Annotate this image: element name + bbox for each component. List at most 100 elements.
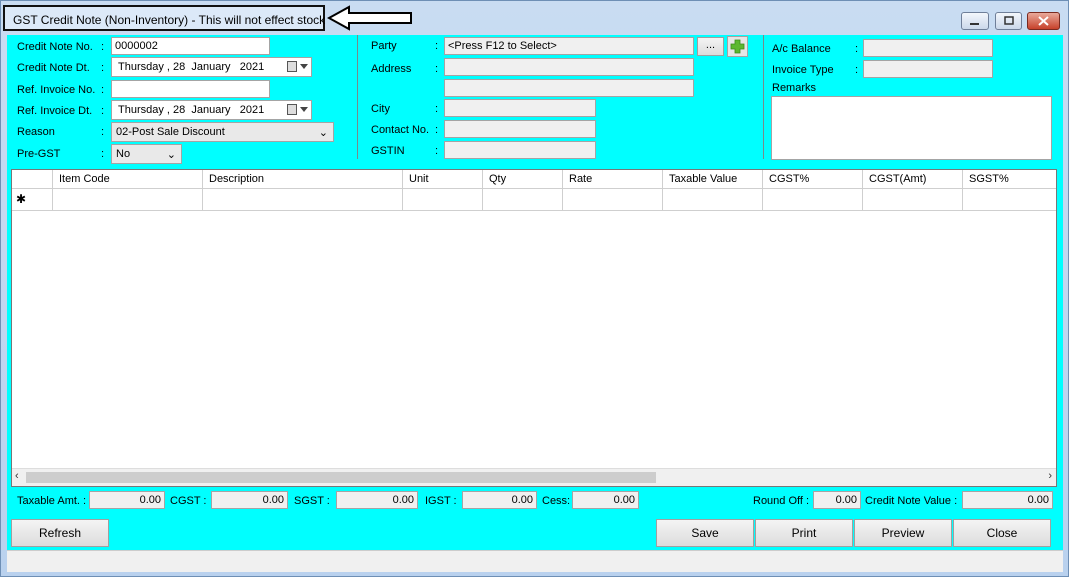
colon: :	[435, 124, 439, 136]
colon: :	[855, 64, 859, 76]
scroll-right-icon[interactable]: ›	[1048, 470, 1052, 482]
print-button[interactable]: Print	[755, 519, 853, 547]
ref-invoice-date-picker[interactable]: Thursday , 28 January 2021	[111, 100, 312, 120]
colon: :	[435, 63, 439, 75]
round-off-label: Round Off :	[753, 495, 810, 507]
add-party-button[interactable]	[727, 36, 748, 57]
address-line1-field[interactable]	[444, 58, 694, 76]
column-header-unit[interactable]: Unit	[403, 170, 483, 189]
reason-label: Reason	[17, 126, 55, 138]
calendar-icon[interactable]	[287, 61, 297, 72]
calendar-icon[interactable]	[287, 104, 297, 115]
column-header-description[interactable]: Description	[203, 170, 403, 189]
rate-cell[interactable]	[563, 189, 663, 211]
credit-note-value-label: Credit Note Value :	[865, 495, 958, 507]
items-grid: Item Code Description Unit Qty Rate Taxa…	[11, 169, 1057, 487]
cess-field[interactable]: 0.00	[572, 491, 639, 509]
window-title: GST Credit Note (Non-Inventory) - This w…	[13, 13, 326, 27]
ref-invoice-no-field[interactable]	[111, 80, 270, 98]
contact-no-field[interactable]	[444, 120, 596, 138]
column-header-rate[interactable]: Rate	[563, 170, 663, 189]
credit-note-date-picker[interactable]: Thursday , 28 January 2021	[111, 57, 312, 77]
round-off-field[interactable]: 0.00	[813, 491, 861, 509]
reason-select[interactable]: 02-Post Sale Discount ⌄	[111, 122, 334, 142]
cgst-amt-cell[interactable]	[863, 189, 963, 211]
invoice-type-field[interactable]	[863, 60, 993, 78]
horizontal-scrollbar[interactable]: ‹ ›	[12, 468, 1056, 486]
chevron-down-icon: ⌄	[166, 149, 176, 161]
credit-note-year: 2021	[239, 61, 265, 73]
taxable-value-cell[interactable]	[663, 189, 763, 211]
credit-note-window: GST Credit Note (Non-Inventory) - This w…	[0, 0, 1069, 577]
chevron-down-icon[interactable]	[300, 107, 308, 112]
city-field[interactable]	[444, 99, 596, 117]
address-line2-field[interactable]	[444, 79, 694, 97]
colon: :	[101, 84, 105, 96]
cgst-percent-cell[interactable]	[763, 189, 863, 211]
chevron-down-icon: ⌄	[318, 127, 328, 139]
save-button[interactable]: Save	[656, 519, 754, 547]
minimize-button[interactable]	[961, 12, 989, 30]
credit-note-no-label: Credit Note No.	[17, 41, 93, 53]
credit-note-date: , 28	[166, 61, 186, 73]
remarks-textarea[interactable]	[771, 96, 1052, 160]
ac-balance-label: A/c Balance	[772, 43, 831, 55]
taxable-amt-field[interactable]: 0.00	[89, 491, 165, 509]
preview-button[interactable]: Preview	[854, 519, 952, 547]
form-area: Credit Note No. : 0000002 Credit Note Dt…	[7, 35, 1063, 572]
column-header-taxable-value[interactable]: Taxable Value	[663, 170, 763, 189]
window-close-button[interactable]	[1027, 12, 1060, 30]
minimize-icon	[970, 23, 979, 25]
scrollbar-thumb[interactable]	[26, 472, 656, 483]
colon: :	[101, 105, 105, 117]
party-browse-button[interactable]: ...	[697, 37, 724, 56]
invoice-type-label: Invoice Type	[772, 64, 834, 76]
qty-cell[interactable]	[483, 189, 563, 211]
colon: :	[435, 103, 439, 115]
taxable-amt-label: Taxable Amt. :	[17, 495, 87, 507]
colon: :	[435, 145, 439, 157]
scroll-left-icon[interactable]: ‹	[15, 470, 19, 482]
close-button[interactable]: Close	[953, 519, 1051, 547]
credit-note-day: Thursday	[118, 61, 164, 73]
column-header-item-code[interactable]: Item Code	[53, 170, 203, 189]
plus-icon	[730, 39, 745, 54]
ref-invoice-dt-label: Ref. Invoice Dt.	[17, 105, 93, 117]
column-header-sgst-percent[interactable]: SGST%	[963, 170, 1056, 189]
column-header-cgst-amt[interactable]: CGST(Amt)	[863, 170, 963, 189]
colon: :	[101, 41, 105, 53]
credit-note-dt-label: Credit Note Dt.	[17, 62, 90, 74]
igst-field[interactable]: 0.00	[462, 491, 537, 509]
sgst-percent-cell[interactable]	[963, 189, 1056, 211]
unit-cell[interactable]	[403, 189, 483, 211]
sgst-field[interactable]: 0.00	[336, 491, 418, 509]
pre-gst-label: Pre-GST	[17, 148, 61, 160]
credit-note-value-field[interactable]: 0.00	[962, 491, 1053, 509]
ref-invoice-date: , 28	[166, 104, 186, 116]
colon: :	[101, 62, 105, 74]
party-field[interactable]: <Press F12 to Select>	[444, 37, 694, 55]
column-header-cgst-percent[interactable]: CGST%	[763, 170, 863, 189]
ac-balance-field[interactable]	[863, 39, 993, 57]
restore-icon	[1004, 16, 1014, 25]
gstin-field[interactable]	[444, 141, 596, 159]
refresh-button[interactable]: Refresh	[11, 519, 109, 547]
ref-invoice-no-label: Ref. Invoice No.	[17, 84, 96, 96]
new-row-marker[interactable]: ✱	[12, 189, 53, 211]
ref-invoice-month: January	[191, 104, 231, 116]
city-label: City	[371, 103, 390, 115]
address-label: Address	[371, 63, 412, 75]
colon: :	[435, 40, 439, 52]
cess-label: Cess:	[542, 495, 571, 507]
maximize-button[interactable]	[995, 12, 1022, 30]
credit-note-no-field[interactable]: 0000002	[111, 37, 270, 55]
item-code-cell[interactable]	[53, 189, 203, 211]
column-header-qty[interactable]: Qty	[483, 170, 563, 189]
cgst-field[interactable]: 0.00	[211, 491, 288, 509]
arrow-icon	[327, 5, 412, 31]
pre-gst-select[interactable]: No ⌄	[111, 144, 182, 164]
ref-invoice-year: 2021	[239, 104, 265, 116]
chevron-down-icon[interactable]	[300, 64, 308, 69]
title-bar: GST Credit Note (Non-Inventory) - This w…	[1, 1, 1068, 35]
description-cell[interactable]	[203, 189, 403, 211]
